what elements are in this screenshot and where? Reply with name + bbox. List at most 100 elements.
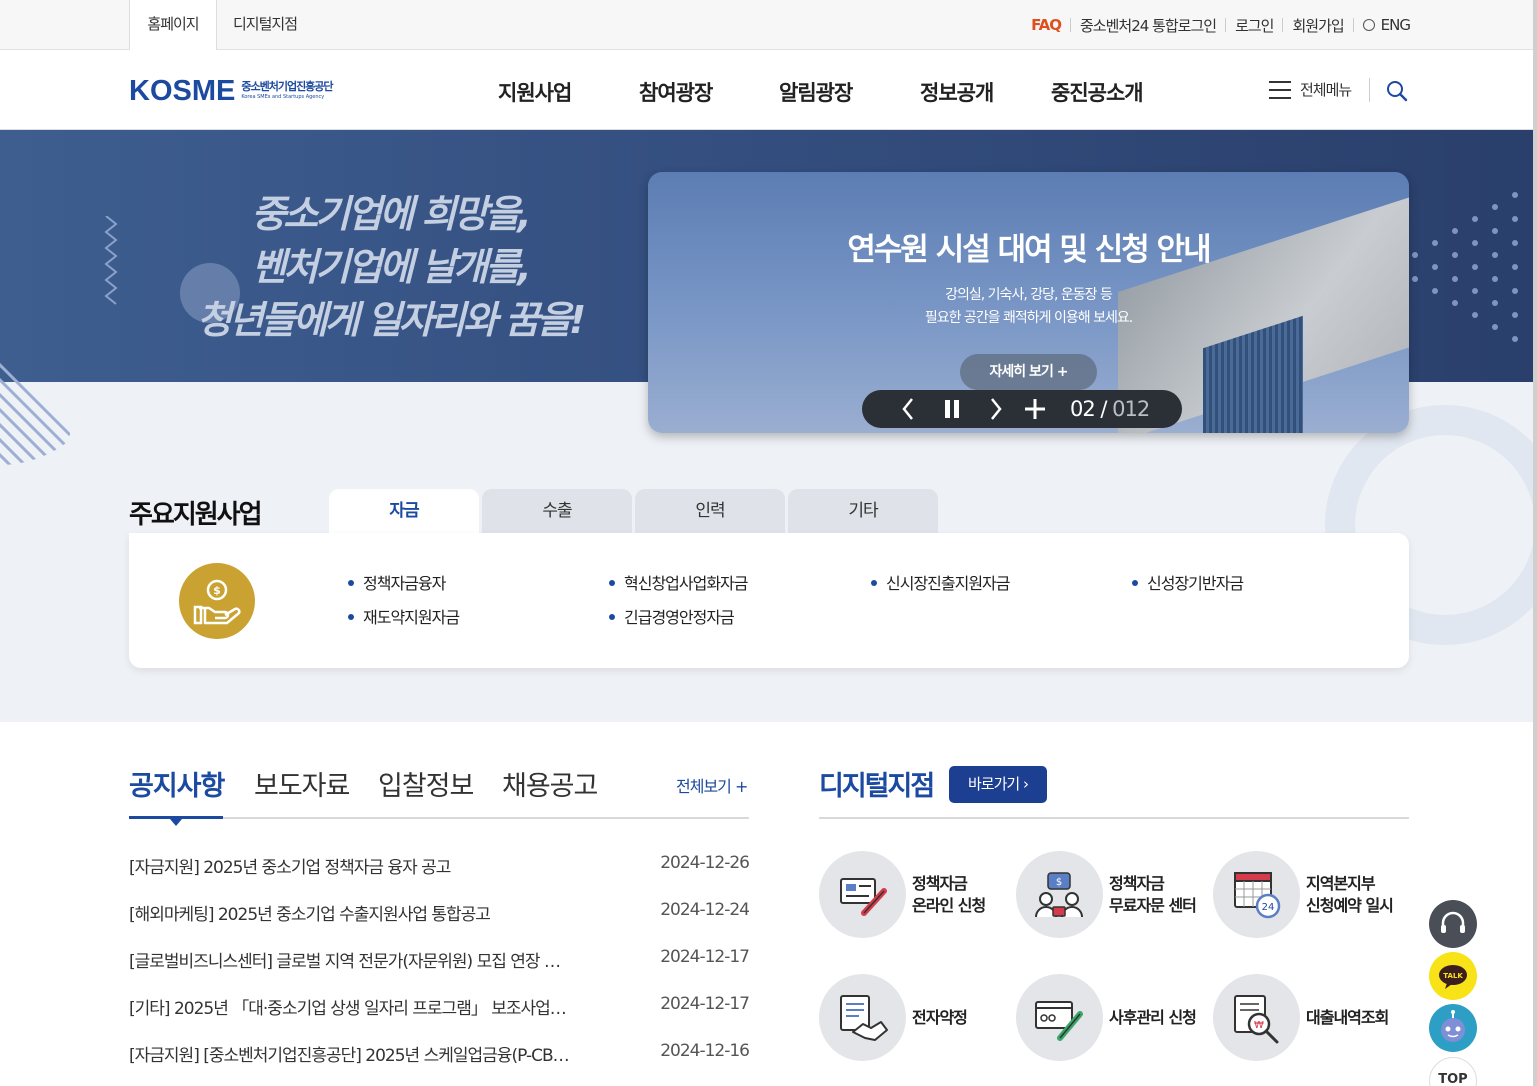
service-label-line-1: 정책자금 xyxy=(1109,874,1165,893)
divider xyxy=(1225,18,1227,32)
faq-link[interactable]: FAQ xyxy=(1031,16,1062,34)
all-menu-button[interactable]: 전체메뉴 xyxy=(1269,79,1352,100)
headset-icon xyxy=(1441,911,1465,933)
prev-slide-button[interactable] xyxy=(896,390,920,428)
customer-center-button[interactable] xyxy=(1429,900,1477,948)
notice-row[interactable]: [자금지원] 2025년 중소기업 정책자금 융자 공고 2024-12-26 xyxy=(129,853,750,883)
tab-etc[interactable]: 기타 xyxy=(788,489,938,533)
slide-controls: 02 / 012 xyxy=(862,390,1182,428)
service-free-consult[interactable]: $ 정책자금 무료자문 센터 xyxy=(1016,851,1206,941)
page-scrollbar[interactable] xyxy=(1533,0,1537,1086)
notice-date: 2024-12-24 xyxy=(660,900,750,920)
slide-more-label: 자세히 보기 xyxy=(989,364,1054,380)
svg-text:₩: ₩ xyxy=(1254,1020,1264,1031)
service-e-contract[interactable]: 전자약정 xyxy=(819,974,1009,1064)
tab-manpower[interactable]: 인력 xyxy=(635,489,785,533)
divider xyxy=(819,817,1409,819)
digital-go-button[interactable]: 바로가기 › xyxy=(949,766,1047,803)
nav-item-about[interactable]: 중진공소개 xyxy=(1051,77,1144,107)
globe-icon xyxy=(1362,19,1375,31)
integrated-login-link[interactable]: 중소벤처24 통합로그인 xyxy=(1080,15,1217,36)
logo-korean-name: 중소벤처기업진흥공단 xyxy=(241,80,333,93)
svg-text:24: 24 xyxy=(1262,902,1275,913)
notice-row[interactable]: [해외마케팅] 2025년 중소기업 수출지원사업 통합공고 2024-12-2… xyxy=(129,900,750,930)
plus-icon xyxy=(1025,399,1045,419)
support-item-restart-fund[interactable]: 재도약지원자금 xyxy=(348,604,460,628)
scroll-top-button[interactable]: TOP xyxy=(1429,1057,1477,1086)
nav-item-disclosure[interactable]: 정보공개 xyxy=(920,77,994,107)
tab-homepage[interactable]: 홈페이지 xyxy=(129,0,217,51)
calendar-24-icon: 24 xyxy=(1213,851,1300,938)
logo-subtitle: 중소벤처기업진흥공단 Korea SMEs and Startups Agenc… xyxy=(241,80,333,101)
service-label-line-1: 대출내역조회 xyxy=(1306,1008,1389,1027)
tab-funding[interactable]: 자금 xyxy=(329,489,479,533)
stripes-decoration xyxy=(0,255,70,465)
svg-text:$: $ xyxy=(1056,877,1062,888)
login-link[interactable]: 로그인 xyxy=(1235,15,1274,36)
support-item-startup-fund[interactable]: 혁신창업사업화자금 xyxy=(609,570,748,594)
notice-view-all-link[interactable]: 전체보기 + xyxy=(676,773,748,797)
service-label-line-2: 온라인 신청 xyxy=(912,896,986,915)
notice-row[interactable]: [글로벌비즈니스센터] 글로벌 지역 전문가(자문위원) 모집 연장 … 202… xyxy=(129,947,750,977)
service-label-line-1: 지역본지부 xyxy=(1306,874,1376,893)
slide-title: 연수원 시설 대여 및 신청 안내 xyxy=(847,232,1211,268)
robot-icon xyxy=(1441,1010,1465,1042)
service-label-line-1: 사후관리 신청 xyxy=(1109,1008,1197,1027)
tab-notice[interactable]: 공지사항 xyxy=(129,764,225,803)
support-panel: $ 정책자금융자 혁신창업사업화자금 신시장진출지원자금 신성장기반자금 재도약… xyxy=(129,533,1409,668)
support-section-title: 주요지원사업 xyxy=(129,500,263,530)
notice-date: 2024-12-16 xyxy=(660,1041,750,1061)
nav-item-news[interactable]: 알림광장 xyxy=(779,77,853,107)
service-online-apply[interactable]: 정책자금온라인 신청 xyxy=(819,851,1009,941)
pause-slide-button[interactable] xyxy=(940,390,964,428)
chevron-left-icon xyxy=(902,398,913,420)
service-aftercare[interactable]: 사후관리 신청 xyxy=(1016,974,1206,1064)
language-link[interactable]: ENG xyxy=(1362,16,1411,34)
divider xyxy=(1352,18,1354,32)
kakao-talk-button[interactable]: TALK xyxy=(1429,952,1477,1000)
tab-recruit[interactable]: 채용공고 xyxy=(502,764,598,803)
tab-digital-branch[interactable]: 디지털지점 xyxy=(233,0,298,50)
chevron-right-icon: › xyxy=(1022,775,1029,793)
support-item-policy-loan[interactable]: 정책자금융자 xyxy=(348,570,446,594)
view-all-slides-button[interactable] xyxy=(1022,390,1048,428)
service-reservation[interactable]: 24 지역본지부 신청예약 일시 xyxy=(1213,851,1403,941)
service-label: 정책자금온라인 신청 xyxy=(912,873,986,917)
plus-icon: + xyxy=(1056,364,1069,380)
next-slide-button[interactable] xyxy=(984,390,1008,428)
tab-export[interactable]: 수출 xyxy=(482,489,632,533)
service-label: 정책자금 무료자문 센터 xyxy=(1109,873,1197,917)
slide-more-button[interactable]: 자세히 보기 + xyxy=(960,354,1097,390)
nav-item-support[interactable]: 지원사업 xyxy=(498,77,572,107)
service-loan-history[interactable]: ₩ 대출내역조회 xyxy=(1213,974,1403,1064)
tab-bid[interactable]: 입찰정보 xyxy=(378,764,474,803)
pause-icon xyxy=(945,400,959,418)
notice-title: [자금지원] [중소벤처기업진흥공단] 2025년 스케일업금융(P-CB… xyxy=(129,1046,570,1066)
nav-item-participation[interactable]: 참여광장 xyxy=(639,77,713,107)
notice-row[interactable]: [자금지원] [중소벤처기업진흥공단] 2025년 스케일업금융(P-CB… 2… xyxy=(129,1041,750,1071)
support-item-new-market-fund[interactable]: 신시장진출지원자금 xyxy=(871,570,1010,594)
digital-go-label: 바로가기 xyxy=(968,775,1020,793)
notice-date: 2024-12-26 xyxy=(660,853,750,873)
search-button[interactable] xyxy=(1386,80,1408,102)
slide-description: 강의실, 기숙사, 강당, 운동장 등 필요한 공간을 쾌적하게 이용해 보세요… xyxy=(648,284,1409,330)
support-item-growth-fund[interactable]: 신성장기반자금 xyxy=(1132,570,1244,594)
divider xyxy=(1282,18,1284,32)
support-item-emergency-fund[interactable]: 긴급경영안정자금 xyxy=(609,604,735,628)
kosme-logo[interactable]: KOSME 중소벤처기업진흥공단 Korea SMEs and Startups… xyxy=(129,74,334,107)
notice-row[interactable]: [기타] 2025년 「대·중소기업 상생 일자리 프로그램」 보조사업자 … … xyxy=(129,994,750,1024)
notice-title: [기타] 2025년 「대·중소기업 상생 일자리 프로그램」 보조사업자 … xyxy=(129,999,579,1019)
hamburger-icon xyxy=(1269,80,1291,99)
online-apply-icon xyxy=(819,851,906,938)
search-icon xyxy=(1387,81,1408,102)
talk-label: TALK xyxy=(1443,972,1463,980)
service-label: 전자약정 xyxy=(912,1007,968,1029)
signup-link[interactable]: 회원가입 xyxy=(1292,15,1344,36)
svg-text:$: $ xyxy=(213,584,221,597)
notice-date: 2024-12-17 xyxy=(660,947,750,967)
service-label-line-1: 정책자금 xyxy=(912,874,968,893)
utility-links: FAQ 중소벤처24 통합로그인 로그인 회원가입 ENG xyxy=(1031,0,1411,50)
logo-mark: KOSME xyxy=(129,74,236,107)
tab-press[interactable]: 보도자료 xyxy=(254,764,350,803)
chatbot-button[interactable] xyxy=(1429,1004,1477,1052)
